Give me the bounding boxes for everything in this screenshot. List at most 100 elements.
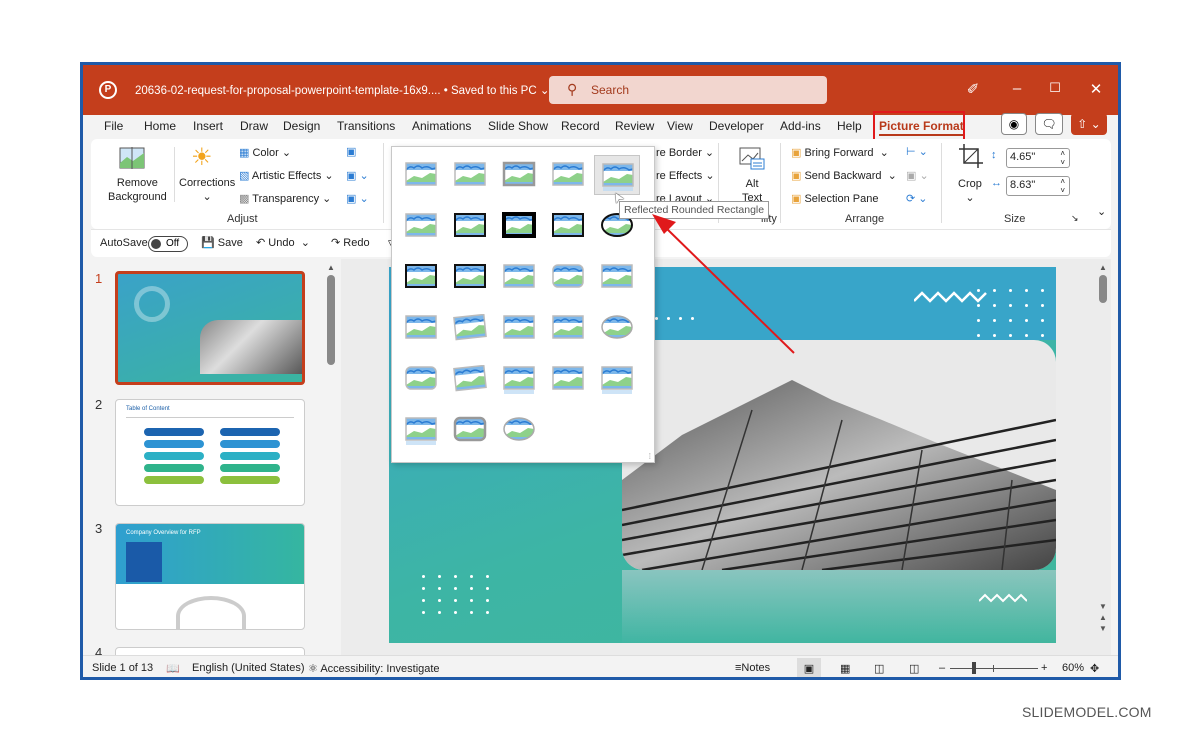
- building-picture[interactable]: [622, 340, 1056, 570]
- color-button[interactable]: ▦ Color ⌄: [239, 146, 291, 159]
- scroll-up-arrow[interactable]: ▲: [1099, 263, 1107, 272]
- tab-file[interactable]: File: [104, 119, 123, 133]
- crop-button[interactable]: Crop ⌄: [958, 177, 982, 205]
- height-spinner[interactable]: ˄ ˅: [1060, 149, 1065, 167]
- artistic-effects-button[interactable]: ▧ Artistic Effects ⌄: [239, 169, 334, 182]
- picture-style-option[interactable]: [398, 206, 444, 246]
- tab-design[interactable]: Design: [283, 119, 320, 133]
- picture-style-option[interactable]: [545, 206, 591, 246]
- reset-picture-button[interactable]: ▣ ⌄: [346, 192, 369, 205]
- slide-nav-arrows[interactable]: ▼ ▲ ▼: [1099, 601, 1107, 634]
- rotate-button[interactable]: ⟳ ⌄: [906, 192, 928, 205]
- reading-view-button[interactable]: ◫: [874, 662, 884, 675]
- share-button[interactable]: ⇧ ⌄: [1071, 113, 1107, 135]
- language-indicator[interactable]: English (United States): [192, 662, 305, 674]
- picture-style-option[interactable]: [398, 410, 444, 450]
- thumbnail-scrollbar[interactable]: [327, 275, 335, 365]
- picture-style-option[interactable]: [496, 308, 542, 348]
- zoom-slider-track[interactable]: [950, 662, 1038, 674]
- picture-style-option[interactable]: [447, 257, 493, 297]
- zoom-in-button[interactable]: +: [1041, 662, 1047, 674]
- pen-icon[interactable]: ✐: [963, 80, 983, 98]
- tab-slide-show[interactable]: Slide Show: [488, 119, 548, 133]
- tab-developer[interactable]: Developer: [709, 119, 764, 133]
- tab-view[interactable]: View: [667, 119, 693, 133]
- slide-thumbnail-3[interactable]: Company Overview for RFP: [115, 523, 305, 630]
- zoom-level[interactable]: 60%: [1062, 662, 1084, 674]
- tab-insert[interactable]: Insert: [193, 119, 223, 133]
- remove-background-button[interactable]: Remove Background: [108, 176, 167, 204]
- selection-pane-button[interactable]: ▣ Selection Pane: [791, 192, 878, 205]
- save-button[interactable]: 💾 Save: [201, 236, 243, 249]
- collapse-ribbon-button[interactable]: ⌄: [1097, 205, 1106, 218]
- picture-style-option[interactable]: [447, 155, 493, 195]
- align-button[interactable]: ⊢ ⌄: [906, 145, 928, 158]
- search-box[interactable]: ⚲ Search: [549, 76, 827, 104]
- picture-style-option[interactable]: [496, 410, 542, 450]
- comments-button[interactable]: 🗨: [1035, 113, 1063, 135]
- send-backward-button[interactable]: ▣ Send Backward ⌄: [791, 169, 897, 182]
- picture-border-button[interactable]: re Border ⌄: [656, 146, 714, 159]
- picture-style-option[interactable]: [398, 155, 444, 195]
- compress-pictures-button[interactable]: ▣: [346, 145, 356, 158]
- picture-style-option[interactable]: [496, 257, 542, 297]
- corrections-button[interactable]: Corrections ⌄: [179, 176, 235, 204]
- group-button[interactable]: ▣ ⌄: [906, 169, 929, 182]
- autosave-toggle[interactable]: Off: [148, 236, 188, 252]
- tab-help[interactable]: Help: [837, 119, 862, 133]
- transparency-button[interactable]: ▩ Transparency ⌄: [239, 192, 331, 205]
- picture-style-option[interactable]: [594, 359, 640, 399]
- close-button[interactable]: ✕: [1086, 80, 1106, 98]
- picture-style-option[interactable]: [398, 257, 444, 297]
- maximize-button[interactable]: ☐: [1045, 80, 1065, 96]
- fit-to-window-button[interactable]: ✥: [1090, 662, 1099, 675]
- slide-thumbnail-1[interactable]: [115, 271, 305, 385]
- tab-add-ins[interactable]: Add-ins: [780, 119, 821, 133]
- picture-style-option[interactable]: [594, 257, 640, 297]
- document-title[interactable]: 20636-02-request-for-proposal-powerpoint…: [135, 83, 550, 97]
- zoom-out-button[interactable]: –: [939, 662, 945, 674]
- width-input[interactable]: 8.63" ˄ ˅: [1006, 176, 1070, 196]
- picture-style-option[interactable]: [545, 359, 591, 399]
- picture-style-option[interactable]: [398, 359, 444, 399]
- picture-style-option[interactable]: [496, 206, 542, 246]
- tab-draw[interactable]: Draw: [240, 119, 268, 133]
- zoom-slider-thumb[interactable]: [972, 662, 977, 674]
- picture-style-option[interactable]: [545, 155, 591, 195]
- change-picture-button[interactable]: ▣ ⌄: [346, 169, 369, 182]
- accessibility-button[interactable]: ⚛ Accessibility: Investigate: [308, 662, 440, 675]
- notes-button[interactable]: ≡Notes: [735, 662, 770, 674]
- picture-style-option[interactable]: [447, 410, 493, 450]
- slideshow-button[interactable]: ◫: [909, 662, 919, 675]
- resize-grip[interactable]: ⁞: [649, 452, 651, 461]
- width-spinner[interactable]: ˄ ˅: [1060, 177, 1065, 195]
- picture-effects-button[interactable]: re Effects ⌄: [656, 169, 715, 182]
- undo-button[interactable]: ↶ Undo ⌄: [256, 236, 310, 249]
- bring-forward-button[interactable]: ▣ Bring Forward ⌄: [791, 146, 889, 159]
- tab-animations[interactable]: Animations: [412, 119, 471, 133]
- spell-check-icon[interactable]: 📖: [166, 662, 180, 675]
- slide-thumbnail-2[interactable]: Table of Content: [115, 399, 305, 506]
- scroll-up-arrow[interactable]: ▲: [327, 263, 335, 272]
- minimize-button[interactable]: –: [1007, 80, 1027, 97]
- redo-button[interactable]: ↷ Redo: [331, 236, 370, 249]
- picture-style-option[interactable]: [447, 308, 493, 348]
- picture-style-option[interactable]: [398, 308, 444, 348]
- picture-style-option[interactable]: [496, 359, 542, 399]
- picture-style-option[interactable]: [496, 155, 542, 195]
- editor-scrollbar[interactable]: [1099, 275, 1107, 303]
- normal-view-button[interactable]: ▣: [797, 658, 821, 677]
- tab-transitions[interactable]: Transitions: [337, 119, 395, 133]
- picture-style-option[interactable]: [545, 308, 591, 348]
- picture-style-option[interactable]: [545, 257, 591, 297]
- tab-record[interactable]: Record: [561, 119, 600, 133]
- picture-style-option[interactable]: [447, 206, 493, 246]
- picture-style-option[interactable]: [594, 155, 640, 195]
- slide-sorter-button[interactable]: ▦: [840, 662, 850, 675]
- tab-review[interactable]: Review: [615, 119, 654, 133]
- tab-home[interactable]: Home: [144, 119, 176, 133]
- height-input[interactable]: 4.65" ˄ ˅: [1006, 148, 1070, 168]
- picture-style-option[interactable]: [447, 359, 493, 399]
- picture-style-option[interactable]: [594, 308, 640, 348]
- size-dialog-launcher[interactable]: ↘: [1071, 213, 1079, 224]
